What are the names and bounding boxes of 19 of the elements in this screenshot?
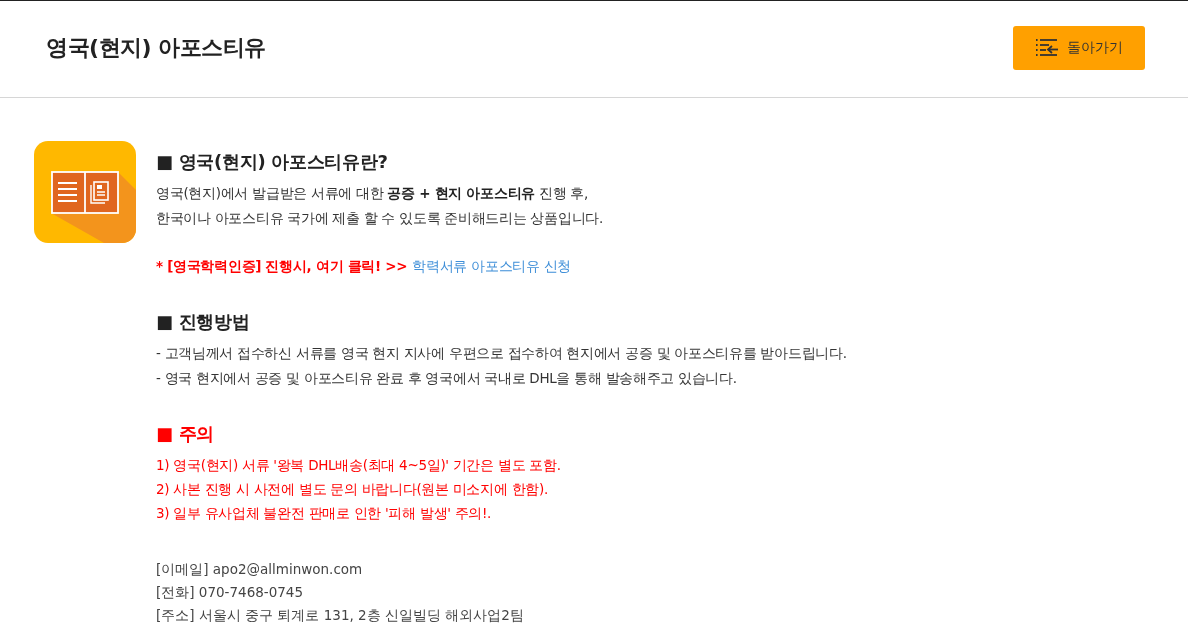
warning-text: 2) 사본 진행 시 사전에 별도 문의 바랍니다(원본 미소지에 한함). xyxy=(156,480,549,499)
contact-text: [전화] 070-7468-0745 xyxy=(156,583,305,602)
section-heading: ■ 진행방법 xyxy=(156,310,251,334)
body-text: 한국이나 아포스티유 국가에 제출 할 수 있도록 준비해드리는 상품입니다. xyxy=(156,209,604,228)
back-button[interactable]: 돌아가기 xyxy=(1013,26,1145,70)
section-heading: ■ 영국(현지) 아포스티유란? xyxy=(156,150,389,174)
body-text: 영국(현지)에서 발급받은 서류에 대한 공증 + 현지 아포스티유 진행 후, xyxy=(156,184,589,203)
list-arrow-icon xyxy=(1035,38,1059,58)
warning-text: 3) 일부 유사업체 불완전 판매로 인한 '피해 발생' 주의!. xyxy=(156,504,493,523)
notice-text: * [영국학력인증] 진행시, 여기 클릭! >> xyxy=(156,257,408,276)
contact-text: [이메일] apo2@allminwon.com xyxy=(156,560,364,579)
section-heading: ■ 주의 xyxy=(156,422,216,446)
warning-text: 1) 영국(현지) 서류 '왕복 DHL배송(최대 4~5일)' 기간은 별도 포함. xyxy=(156,456,562,475)
body-text: - 고객님께서 접수하신 서류를 영국 현지 지사에 우편으로 접수하여 현지에서 공증 및 아포스티유를 받아드립니다. xyxy=(156,344,848,363)
apply-link[interactable]: 학력서류 아포스티유 신청 xyxy=(412,254,571,279)
page-title: 영국(현지) 아포스티유 xyxy=(46,34,266,62)
book-icon xyxy=(34,141,136,243)
contact-text: [주소] 서울시 중구 퇴계로 131, 2층 신일빌딩 해외사업2팀 xyxy=(156,606,525,625)
body-text: - 영국 현지에서 공증 및 아포스티유 완료 후 영국에서 국내로 DHL을 통해 발송해주고 있습니다. xyxy=(156,369,738,388)
